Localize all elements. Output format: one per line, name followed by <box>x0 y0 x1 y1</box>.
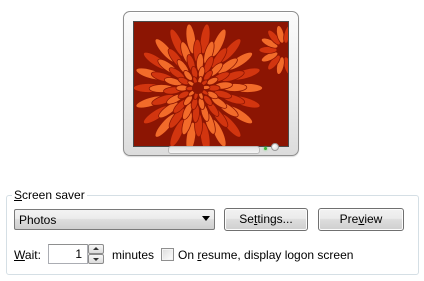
wait-minutes-stepper[interactable] <box>88 244 104 264</box>
spin-down-button[interactable] <box>88 254 104 264</box>
chevron-down-icon <box>202 216 210 221</box>
minutes-label: minutes <box>112 248 155 262</box>
settings-button[interactable]: Settings... <box>224 208 308 231</box>
chrysanthemum-photo-icon <box>134 22 288 146</box>
resume-logon-label[interactable]: On resume, display logon screen <box>178 248 353 262</box>
screen-saver-select[interactable]: Photos <box>14 209 215 230</box>
resume-logon-checkbox[interactable] <box>161 248 174 261</box>
power-button-icon <box>271 143 279 151</box>
screen-saver-selected-value: Photos <box>19 213 57 227</box>
monitor-slot <box>168 146 260 154</box>
spin-up-button[interactable] <box>88 244 104 254</box>
power-led-icon <box>264 147 267 150</box>
wait-label: Wait: <box>14 248 41 262</box>
wait-minutes-input[interactable]: 1 <box>48 244 88 264</box>
wait-minutes-value: 1 <box>75 247 82 261</box>
preview-button[interactable]: Preview <box>318 208 404 231</box>
preview-screen <box>133 21 289 147</box>
screen-saver-preview-monitor <box>123 11 299 156</box>
screen-saver-group-label: Screen saver <box>12 188 87 202</box>
